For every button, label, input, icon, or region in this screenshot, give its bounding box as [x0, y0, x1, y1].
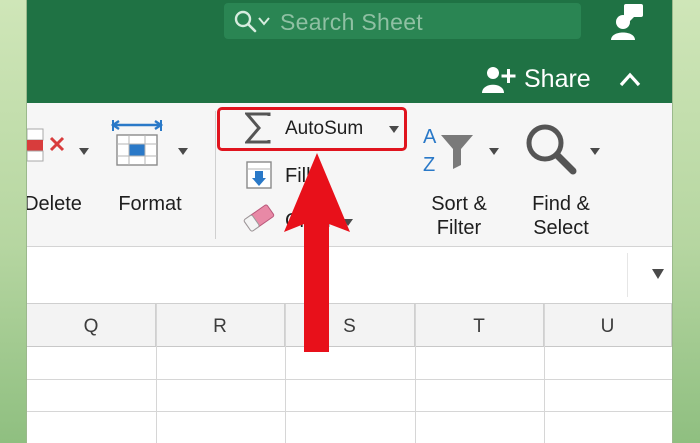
collapse-ribbon-icon[interactable] — [619, 71, 641, 87]
share-label: Share — [524, 64, 591, 93]
magnifier-icon[interactable] — [523, 121, 579, 177]
column-header-q[interactable]: Q — [27, 304, 156, 346]
svg-text:Z: Z — [423, 154, 435, 176]
column-header-r[interactable]: R — [156, 304, 285, 346]
autosum-label: AutoSum — [285, 118, 364, 139]
fill-icon[interactable] — [246, 161, 272, 189]
delete-cells-icon[interactable] — [27, 125, 71, 163]
excel-window: Search Sheet Share Delete Format AutoSum… — [27, 0, 672, 443]
sort-filter-label-line1: Sort & — [431, 193, 487, 215]
column-header-u[interactable]: U — [544, 304, 672, 346]
autosum-dropdown-arrow[interactable] — [389, 126, 399, 133]
sort-filter-dropdown-arrow[interactable] — [489, 148, 499, 155]
format-dropdown-arrow[interactable] — [178, 148, 188, 155]
grid-col-line — [156, 304, 157, 443]
person-comment-icon[interactable] — [610, 2, 644, 40]
grid-row-line — [27, 411, 672, 412]
ribbon-divider — [215, 111, 216, 239]
cell-grid[interactable] — [27, 347, 672, 443]
autosum-button[interactable]: AutoSum — [223, 111, 401, 147]
find-select-label-line2: Select — [533, 217, 589, 239]
delete-dropdown-arrow[interactable] — [79, 148, 89, 155]
sort-filter-label-line2: Filter — [436, 217, 482, 239]
search-icon — [234, 10, 257, 33]
find-select-label-line1: Find & — [532, 193, 590, 215]
grid-row-line — [27, 379, 672, 380]
annotation-arrow-icon — [284, 153, 350, 352]
column-header-t[interactable]: T — [415, 304, 544, 346]
title-bar: Search Sheet Share — [27, 0, 672, 103]
formula-expand-icon[interactable] — [651, 268, 665, 280]
sigma-icon — [245, 112, 271, 144]
delete-label: Delete — [27, 193, 82, 215]
grid-col-line — [415, 304, 416, 443]
find-select-dropdown-arrow[interactable] — [590, 148, 600, 155]
share-button[interactable]: Share — [482, 63, 591, 95]
eraser-icon[interactable] — [242, 201, 276, 235]
sort-filter-icon[interactable]: A Z — [421, 123, 477, 177]
search-input[interactable]: Search Sheet — [280, 9, 423, 36]
search-box[interactable]: Search Sheet — [224, 3, 581, 39]
add-person-icon — [482, 67, 516, 93]
grid-col-line — [544, 304, 545, 443]
svg-text:A: A — [423, 126, 437, 148]
format-cells-icon[interactable] — [111, 119, 167, 167]
format-label: Format — [118, 193, 182, 215]
chevron-down-icon[interactable] — [258, 17, 270, 26]
